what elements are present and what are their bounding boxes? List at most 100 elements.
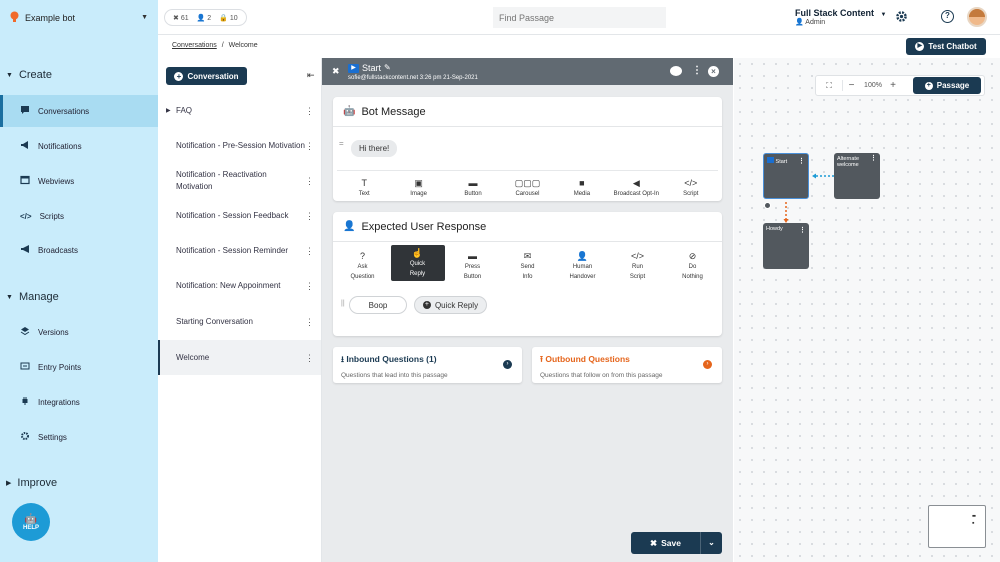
node-howdy[interactable]: Howdy ⋮ [763,223,809,269]
tool-button[interactable]: ▬ Button [446,171,500,198]
node-start[interactable]: Start ⋮ [763,153,809,199]
envelope-icon: ✉ [523,251,532,261]
text-icon: T [361,178,367,188]
chevron-down-icon[interactable]: ⌄ [700,532,722,554]
list-item[interactable]: Notification - Session Reminder ⋮ [158,238,321,264]
kebab-menu-icon[interactable]: ⋮ [305,280,314,292]
stats-badge: ✖ 61 👤 2 🔒 10 [164,9,247,26]
sidebar-item-conversations[interactable]: Conversations [0,95,158,127]
breadcrumb-parent[interactable]: Conversations [172,42,217,49]
tool-press-button[interactable]: ▬ Press Button [446,245,500,281]
avatar[interactable] [967,7,987,27]
tool-carousel[interactable]: ▢▢▢ Carousel [500,171,554,198]
tool-text[interactable]: T Text [337,171,391,198]
passage-meta: sofie@fullstackcontent.net 3:26 pm 21-Se… [348,75,478,81]
upload-icon: ⭱ [540,354,543,364]
help-button[interactable]: 🤖 HELP [12,503,50,541]
kebab-menu-icon[interactable]: ⋮ [305,352,314,364]
tool-broadcast-opt-in[interactable]: ◀ Broadcast Opt-In [609,171,663,198]
minimap[interactable]: ▪▪ ▪ [928,505,986,548]
tool-send-info[interactable]: ✉ Send Info [501,245,555,281]
tool-ask-question[interactable]: ? Ask Question [336,245,390,281]
drag-handle-icon[interactable]: || [341,300,345,307]
collapse-panel-icon[interactable]: ⇤ [307,70,315,81]
kebab-menu-icon[interactable]: ⋮ [305,105,314,117]
bot-selector[interactable]: Example bot ▼ [0,0,158,35]
kebab-menu-icon[interactable]: ⋮ [692,65,702,76]
outbound-questions-box[interactable]: ⭱ Outbound Questions Questions that foll… [532,347,722,383]
caret-down-icon: ▼ [141,14,148,21]
bot-message-toolbar: T Text ▣ Image ▬ Button ▢▢▢ Carousel ■ Media … [337,170,718,198]
tools-icon[interactable]: ✖ [332,66,340,77]
tool-quick-reply[interactable]: ☝ Quick Reply [390,245,445,281]
kebab-menu-icon[interactable]: ⋮ [305,140,314,152]
kebab-menu-icon[interactable]: ⋮ [305,210,314,222]
tool-script[interactable]: </> Script [664,171,718,198]
sidebar: ▼ Create Conversations Notifications Webv… [0,35,158,562]
sidebar-item-versions[interactable]: Versions [0,316,158,348]
start-flag-icon [767,157,774,163]
sidebar-item-broadcasts[interactable]: Broadcasts [0,234,158,266]
card-title: Bot Message [361,105,426,118]
sidebar-item-settings[interactable]: Settings [0,421,158,453]
kebab-menu-icon[interactable]: ⋮ [799,226,806,234]
plus-icon: + [174,71,184,81]
save-button[interactable]: ✖ Save ⌄ [631,532,722,554]
new-conversation-button[interactable]: + Conversation [166,67,247,85]
edit-icon[interactable]: ✎ [384,63,391,72]
test-chatbot-button[interactable]: ▶ Test Chatbot [906,38,986,55]
sidebar-item-webviews[interactable]: Webviews [0,165,158,197]
list-item[interactable]: Starting Conversation ⋮ [158,314,321,330]
robot-icon: 🤖 [343,106,356,117]
kebab-menu-icon[interactable]: ⋮ [305,175,314,187]
plus-icon: + [422,301,431,309]
section-improve[interactable]: ▶ Improve [6,477,57,489]
sidebar-item-scripts[interactable]: </> Scripts [0,200,158,232]
tool-image[interactable]: ▣ Image [392,171,446,198]
bot-name: Example bot [25,12,76,23]
gear-icon[interactable] [895,10,908,25]
bot-message-bubble[interactable]: Hi there! [351,140,398,157]
sidebar-item-integrations[interactable]: Integrations [0,386,158,418]
list-item-faq[interactable]: ▶ FAQ ⋮ [158,103,321,119]
button-icon: ▬ [468,178,478,188]
list-item-selected[interactable]: Welcome ⋮ [158,340,321,375]
add-quick-reply-button[interactable]: + Quick Reply [414,296,487,314]
start-flag-icon: ▶ [348,64,359,73]
plug-icon [20,396,30,408]
tool-do-nothing[interactable]: ⊘ Do Nothing [666,245,720,281]
gear-icon [20,431,30,443]
account-menu[interactable]: Full Stack Content ▼ 👤 Admin [795,8,886,26]
breadcrumb-current: Welcome [228,42,258,49]
section-create[interactable]: ▼ Create [6,69,52,81]
tool-human-handover[interactable]: 👤 Human Handover [556,245,610,281]
node-output-port[interactable] [764,202,771,209]
drag-handle-icon[interactable]: = [339,139,344,148]
list-item[interactable]: Notification - Session Feedback ⋮ [158,203,321,229]
locks-stat: 🔒 10 [219,14,238,22]
quick-reply-chip[interactable]: Boop [349,296,407,314]
chevron-right-icon[interactable]: › [703,360,712,369]
code-icon: </> [684,178,698,188]
tool-media[interactable]: ■ Media [555,171,609,198]
list-item[interactable]: Notification: New Appoinment ⋮ [158,278,321,294]
help-illustration-icon: 🤖 [24,513,38,525]
image-icon: ▣ [414,178,423,188]
kebab-menu-icon[interactable]: ⋮ [798,157,805,165]
sidebar-item-notifications[interactable]: Notifications [0,130,158,162]
help-icon[interactable]: ? [941,10,954,23]
kebab-menu-icon[interactable]: ⋮ [305,245,314,257]
inbound-questions-box[interactable]: ⭳ Inbound Questions (1) Questions that l… [333,347,522,383]
kebab-menu-icon[interactable]: ⋮ [870,155,877,162]
chevron-right-icon[interactable]: › [503,360,512,369]
kebab-menu-icon[interactable]: ⋮ [305,316,314,328]
comment-icon[interactable] [670,66,682,76]
list-item[interactable]: Notification - Reactivation Motivation ⋮ [158,168,321,194]
node-alternate-welcome[interactable]: Alternate welcome ⋮ [834,153,880,199]
tool-run-script[interactable]: </> Run Script [611,245,665,281]
list-item[interactable]: Notification - Pre-Session Motivation ⋮ [158,133,321,159]
sidebar-item-entry-points[interactable]: Entry Points [0,351,158,383]
close-icon[interactable]: × [708,66,719,77]
section-manage[interactable]: ▼ Manage [6,291,59,303]
search-input[interactable] [493,7,666,28]
